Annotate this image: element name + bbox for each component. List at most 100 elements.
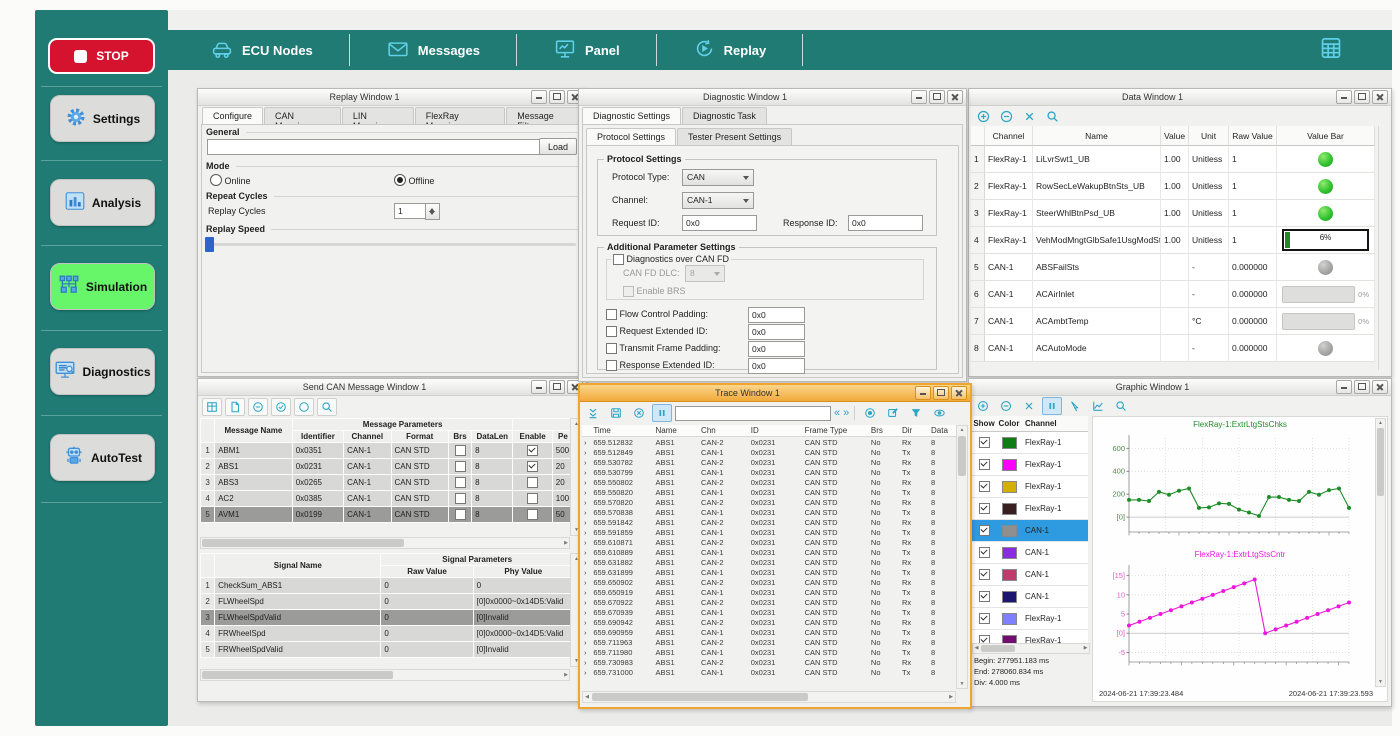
expand-arrow-icon[interactable]: › [582, 507, 591, 517]
channel-row[interactable]: FlexRay-1 [972, 608, 1088, 630]
graphic-window-titlebar[interactable]: Graphic Window 1 [969, 379, 1391, 396]
param-checkbox[interactable] [606, 309, 617, 320]
trace-hscroll[interactable]: ◀▶ [582, 691, 956, 703]
expand-arrow-icon[interactable]: › [582, 487, 591, 497]
minimize-button[interactable] [1336, 90, 1352, 104]
channel-row[interactable]: FlexRay-1 [972, 476, 1088, 498]
maximize-button[interactable] [1354, 380, 1370, 394]
enable-checkbox[interactable] [527, 477, 538, 488]
channel-row[interactable]: FlexRay-1 [972, 498, 1088, 520]
data-row[interactable]: 5 CAN-1 ABSFailSts - 0.000000 [971, 254, 1375, 281]
diagnostic-window-titlebar[interactable]: Diagnostic Window 1 [579, 89, 966, 106]
color-swatch[interactable] [1002, 503, 1017, 515]
expand-arrow-icon[interactable]: › [582, 537, 591, 547]
toolbar-item-messages[interactable]: Messages [374, 39, 492, 62]
search-icon[interactable] [1042, 107, 1062, 125]
data-row[interactable]: 7 CAN-1 ACAmbtTemp °C 0.000000 0% [971, 308, 1375, 335]
trace-row[interactable]: › 659.570838 ABS1 CAN-1 0x0231 CAN STD N… [582, 507, 956, 517]
request-id-input[interactable]: 0x0 [682, 215, 757, 231]
enable-checkbox[interactable] [527, 445, 538, 456]
minimize-button[interactable] [911, 90, 927, 104]
trace-row[interactable]: › 659.670922 ABS1 CAN-2 0x0231 CAN STD N… [582, 597, 956, 607]
remove-icon[interactable] [248, 398, 268, 416]
cursor-icon[interactable] [1065, 397, 1085, 415]
show-checkbox[interactable] [979, 591, 990, 602]
edit-icon[interactable] [883, 404, 903, 422]
channel-row[interactable]: CAN-1 [972, 542, 1088, 564]
message-table-hscroll[interactable]: ▶ [200, 537, 570, 549]
sidebar-item-simulation[interactable]: Simulation [50, 263, 155, 310]
signal-row[interactable]: 1 CheckSum_ABS1 0 0 [201, 578, 573, 593]
brs-checkbox[interactable] [455, 477, 466, 488]
data-row[interactable]: 1 FlexRay-1 LiLvrSwt1_UB 1.00 Unitless 1 [971, 146, 1375, 173]
canfd-checkbox[interactable] [613, 254, 624, 265]
show-checkbox[interactable] [979, 569, 990, 580]
channel-row[interactable]: FlexRay-1 [972, 454, 1088, 476]
stop-button[interactable]: STOP [48, 38, 155, 74]
maximize-button[interactable] [929, 90, 945, 104]
trace-vscroll[interactable]: ▲▼ [956, 425, 968, 689]
brs-checkbox[interactable] [455, 445, 466, 456]
expand-arrow-icon[interactable]: › [582, 547, 591, 557]
expand-arrow-icon[interactable]: › [582, 517, 591, 527]
signal-table-hscroll[interactable]: ▶ [200, 669, 570, 681]
channel-row[interactable]: CAN-1 [972, 520, 1088, 542]
brs-checkbox[interactable] [455, 461, 466, 472]
expand-arrow-icon[interactable]: › [582, 557, 591, 567]
signal-row[interactable]: 5 FRWheelSpdValid 0 [0]Invalid [201, 642, 573, 657]
trace-row[interactable]: › 659.570820 ABS1 CAN-2 0x0231 CAN STD N… [582, 497, 956, 507]
replay-cycles-value[interactable]: 1 [394, 203, 427, 219]
expand-arrow-icon[interactable]: › [582, 457, 591, 467]
trace-row[interactable]: › 659.550802 ABS1 CAN-2 0x0231 CAN STD N… [582, 477, 956, 487]
trace-row[interactable]: › 659.530799 ABS1 CAN-1 0x0231 CAN STD N… [582, 467, 956, 477]
save-icon[interactable] [606, 404, 626, 422]
trace-table-header[interactable]: Time Name Chn ID Frame Type Brs Dir Data [582, 425, 956, 437]
maximize-button[interactable] [549, 90, 565, 104]
add-icon[interactable] [973, 107, 993, 125]
response-id-input[interactable]: 0x0 [848, 215, 923, 231]
data-row[interactable]: 8 CAN-1 ACAutoMode - 0.000000 [971, 335, 1375, 362]
table-icon[interactable] [202, 398, 222, 416]
show-checkbox[interactable] [979, 503, 990, 514]
sidebar-item-autotest[interactable]: AutoTest [50, 434, 155, 481]
trace-row[interactable]: › 659.591859 ABS1 CAN-1 0x0231 CAN STD N… [582, 527, 956, 537]
trace-row[interactable]: › 659.730983 ABS1 CAN-2 0x0231 CAN STD N… [582, 657, 956, 667]
signal-row[interactable]: 3 FLWheelSpdValid 0 [0]Invalid [201, 610, 573, 625]
check-circle-icon[interactable] [271, 398, 291, 416]
trace-row[interactable]: › 659.631899 ABS1 CAN-1 0x0231 CAN STD N… [582, 567, 956, 577]
expand-arrow-icon[interactable]: › [582, 657, 591, 667]
data-row[interactable]: 4 FlexRay-1 VehModMngtGlbSafe1UsgModSts … [971, 227, 1375, 254]
trace-row[interactable]: › 659.711963 ABS1 CAN-2 0x0231 CAN STD N… [582, 637, 956, 647]
sidebar-item-analysis[interactable]: Analysis [50, 179, 155, 226]
chart-icon[interactable] [1088, 397, 1108, 415]
expand-arrow-icon[interactable]: › [582, 577, 591, 587]
pause-icon[interactable] [1042, 397, 1062, 415]
sidebar-item-diagnostics[interactable]: Diagnostics [50, 348, 155, 395]
minimize-button[interactable] [531, 380, 547, 394]
remove-icon[interactable] [996, 107, 1016, 125]
delete-icon[interactable] [1019, 397, 1039, 415]
chart-vscroll[interactable]: ▲▼ [1375, 418, 1386, 687]
trace-row[interactable]: › 659.550820 ABS1 CAN-1 0x0231 CAN STD N… [582, 487, 956, 497]
channel-select[interactable]: CAN-1 [682, 192, 754, 209]
show-checkbox[interactable] [979, 547, 990, 558]
expand-arrow-icon[interactable]: › [582, 597, 591, 607]
minimize-button[interactable] [915, 386, 931, 400]
color-swatch[interactable] [1002, 613, 1017, 625]
filter-icon[interactable] [906, 404, 926, 422]
offline-radio[interactable] [394, 174, 406, 186]
replay-file-input[interactable] [207, 139, 545, 155]
send-window-titlebar[interactable]: Send CAN Message Window 1 [198, 379, 586, 396]
message-row[interactable]: 4 AC2 0x0385 CAN-1 CAN STD 8 100 [201, 491, 573, 506]
chart2-plot[interactable]: [15]105[0]-5 [1097, 561, 1359, 677]
protocol-type-select[interactable]: CAN [682, 169, 754, 186]
offline-radio-row[interactable]: Offline [394, 174, 434, 186]
online-radio-row[interactable]: Online [210, 174, 251, 186]
channel-row[interactable]: FlexRay-1 [972, 432, 1088, 454]
trace-row[interactable]: › 659.711980 ABS1 CAN-1 0x0231 CAN STD N… [582, 647, 956, 657]
record-icon[interactable] [860, 404, 880, 422]
color-swatch[interactable] [1002, 547, 1017, 559]
expand-arrow-icon[interactable]: › [582, 497, 591, 507]
clear-icon[interactable] [629, 404, 649, 422]
calculator-grid-icon[interactable] [1318, 35, 1344, 66]
